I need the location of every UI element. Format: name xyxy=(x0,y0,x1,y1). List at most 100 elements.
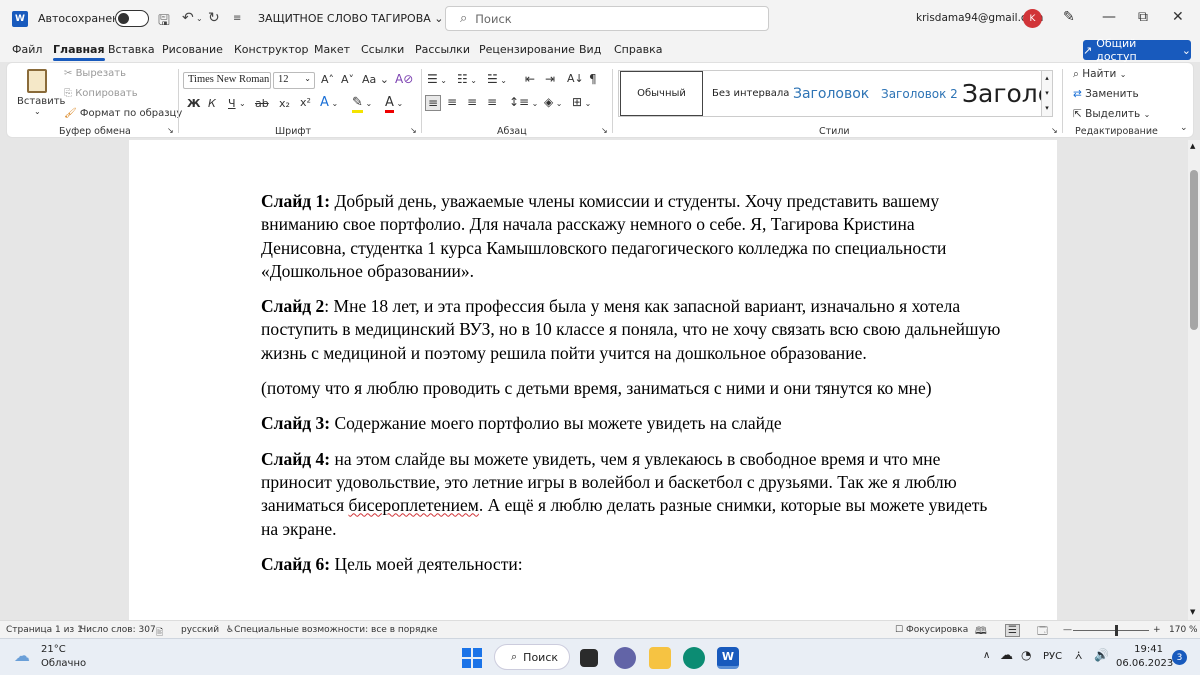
style-normal[interactable]: Обычный xyxy=(620,71,703,116)
avatar[interactable]: K xyxy=(1023,9,1042,28)
wifi-icon[interactable]: ⩑ xyxy=(1075,648,1082,663)
find-button[interactable]: ⌕ Найти ⌄ xyxy=(1073,68,1126,81)
volume-icon[interactable]: 🔊 xyxy=(1094,648,1109,662)
highlight-icon[interactable]: ✎ ⌄ xyxy=(352,95,372,113)
customize-qat-icon[interactable]: ≡ xyxy=(233,13,241,24)
taskbar-search[interactable]: ⌕ Поиск xyxy=(494,644,570,670)
word-count[interactable]: Число слов: 307 xyxy=(80,625,156,635)
show-marks-icon[interactable]: ¶ xyxy=(589,72,597,86)
zoom-slider-thumb[interactable] xyxy=(1115,625,1118,636)
ribbon-collapse-icon[interactable]: ⌄ xyxy=(1180,123,1188,133)
document-page[interactable]: Слайд 1: Добрый день, уважаемые члены ко… xyxy=(129,140,1057,620)
style-heading-2[interactable]: Заголовок 2 xyxy=(881,71,958,116)
tab-review[interactable]: Рецензирование xyxy=(479,43,575,56)
copy-button[interactable]: ⎘ Копировать xyxy=(64,88,138,99)
tray-chevron-icon[interactable]: ∧ xyxy=(983,650,990,661)
accessibility-status[interactable]: ♿Специальные возможности: все в порядке xyxy=(226,625,438,635)
undo-icon[interactable]: ↶ xyxy=(182,10,194,26)
scroll-down-icon[interactable]: ▼ xyxy=(1190,608,1195,616)
save-icon[interactable]: 🖫 xyxy=(158,10,170,34)
style-no-spacing[interactable]: Без интервала xyxy=(712,71,789,116)
paragraph[interactable]: Слайд 4: на этом слайде вы можете увидет… xyxy=(261,448,1001,541)
text-effects-icon[interactable]: A ⌄ xyxy=(320,95,338,110)
bullets-icon[interactable]: ☰ ⌄ xyxy=(427,72,447,86)
grow-font-icon[interactable]: A˄ xyxy=(321,73,334,86)
cut-button[interactable]: ✂ Вырезать xyxy=(64,68,126,79)
align-center-icon[interactable]: ≡ xyxy=(447,95,457,109)
superscript-icon[interactable]: x² xyxy=(300,96,311,109)
styles-scroll[interactable]: ▴ ▾ ▾ xyxy=(1041,70,1053,117)
align-right-icon[interactable]: ≡ xyxy=(467,95,477,109)
paragraph[interactable]: (потому что я люблю проводить с детьми в… xyxy=(261,377,1001,400)
tab-help[interactable]: Справка xyxy=(614,43,662,56)
focus-button[interactable]: ☐ Фокусировка xyxy=(895,625,968,635)
tab-references[interactable]: Ссылки xyxy=(361,43,404,56)
scroll-thumb[interactable] xyxy=(1190,170,1198,330)
paste-dropdown-icon[interactable]: ⌄ xyxy=(34,107,41,116)
justify-icon[interactable]: ≡ xyxy=(487,95,497,109)
restore-icon[interactable]: ⧉ xyxy=(1138,9,1148,25)
numbering-icon[interactable]: ☷ ⌄ xyxy=(457,72,477,86)
share-button[interactable]: ↗ Общий доступ ⌄ xyxy=(1083,37,1191,63)
tab-design[interactable]: Конструктор xyxy=(234,43,308,56)
pen-icon[interactable]: ✎ xyxy=(1063,9,1075,25)
style-title[interactable]: Заголо xyxy=(962,71,1042,116)
font-color-icon[interactable]: A ⌄ xyxy=(385,95,403,113)
clock-date[interactable]: 06.06.2023 xyxy=(1116,658,1173,669)
borders-icon[interactable]: ⊞ ⌄ xyxy=(572,95,591,109)
align-left-icon[interactable]: ≡ xyxy=(425,95,442,111)
multilevel-list-icon[interactable]: ☱ ⌄ xyxy=(487,72,507,86)
tab-mailings[interactable]: Рассылки xyxy=(415,43,470,56)
file-explorer-icon[interactable] xyxy=(649,647,671,669)
paragraph-launcher-icon[interactable]: ↘ xyxy=(601,126,608,135)
shading-icon[interactable]: ◈ ⌄ xyxy=(544,95,562,109)
zoom-level[interactable]: 170 % xyxy=(1169,625,1198,635)
close-icon[interactable]: ✕ xyxy=(1172,9,1184,25)
change-case-icon[interactable]: Aa ⌄ xyxy=(362,73,389,86)
clear-formatting-icon[interactable]: A⊘ xyxy=(395,72,413,86)
vertical-scrollbar[interactable]: ▲ ▼ xyxy=(1188,140,1200,620)
style-heading-1[interactable]: Заголовок xyxy=(793,71,869,116)
format-painter-button[interactable]: 🖌 Формат по образцу xyxy=(64,108,182,119)
weather-icon[interactable]: ☁ xyxy=(14,646,30,665)
paragraph[interactable]: Слайд 3: Содержание моего портфолио вы м… xyxy=(261,412,1001,435)
font-launcher-icon[interactable]: ↘ xyxy=(410,126,417,135)
tray-app-icon[interactable]: ◔ xyxy=(1021,648,1031,662)
shrink-font-icon[interactable]: A˅ xyxy=(341,73,354,86)
tab-view[interactable]: Вид xyxy=(579,43,601,56)
zoom-out-icon[interactable]: — xyxy=(1063,625,1072,635)
paragraph[interactable]: Слайд 1: Добрый день, уважаемые члены ко… xyxy=(261,190,1001,283)
paragraph[interactable]: Слайд 6: Цель моей деятельности: xyxy=(261,553,1001,576)
chat-icon[interactable] xyxy=(614,647,636,669)
tab-file[interactable]: Файл xyxy=(12,43,42,56)
decrease-indent-icon[interactable]: ⇤ xyxy=(525,72,535,86)
font-size-select[interactable]: 12 ⌄ xyxy=(273,72,315,89)
undo-dropdown-icon[interactable]: ⌄ xyxy=(196,14,203,23)
paste-button[interactable]: Вставить ⌄ xyxy=(17,67,65,117)
tab-draw[interactable]: Рисование xyxy=(162,43,223,56)
underline-button[interactable]: Ч xyxy=(228,97,236,110)
zoom-in-icon[interactable]: + xyxy=(1153,625,1161,635)
language-indicator[interactable]: русский xyxy=(181,625,219,635)
autosave-toggle[interactable] xyxy=(115,10,149,27)
search-input[interactable]: ⌕ Поиск xyxy=(445,6,769,31)
scroll-up-icon[interactable]: ▲ xyxy=(1190,142,1195,150)
notification-badge[interactable]: 3 xyxy=(1172,650,1187,665)
strikethrough-icon[interactable]: ab xyxy=(255,97,269,110)
font-name-select[interactable]: Times New Roman xyxy=(183,72,271,89)
onedrive-icon[interactable]: ☁ xyxy=(1000,648,1013,663)
minimize-icon[interactable]: — xyxy=(1102,9,1116,25)
sort-icon[interactable]: A↓ xyxy=(567,72,584,85)
zoom-slider[interactable] xyxy=(1073,625,1149,636)
document-title[interactable]: ЗАЩИТНОЕ СЛОВО ТАГИРОВА ⌄ xyxy=(258,12,444,25)
tab-home[interactable]: Главная xyxy=(53,43,105,61)
task-view-icon[interactable] xyxy=(580,649,598,667)
page-count[interactable]: Страница 1 из 1 xyxy=(6,625,83,635)
subscript-icon[interactable]: x₂ xyxy=(279,97,290,110)
underline-dropdown-icon[interactable]: ⌄ xyxy=(239,99,246,108)
start-icon[interactable] xyxy=(462,648,482,668)
word-taskbar-icon[interactable]: W xyxy=(717,647,739,669)
bold-button[interactable]: Ж xyxy=(187,97,200,110)
select-button[interactable]: ⇱ Выделить ⌄ xyxy=(1073,108,1150,120)
document-body[interactable]: Слайд 1: Добрый день, уважаемые члены ко… xyxy=(261,190,1001,588)
